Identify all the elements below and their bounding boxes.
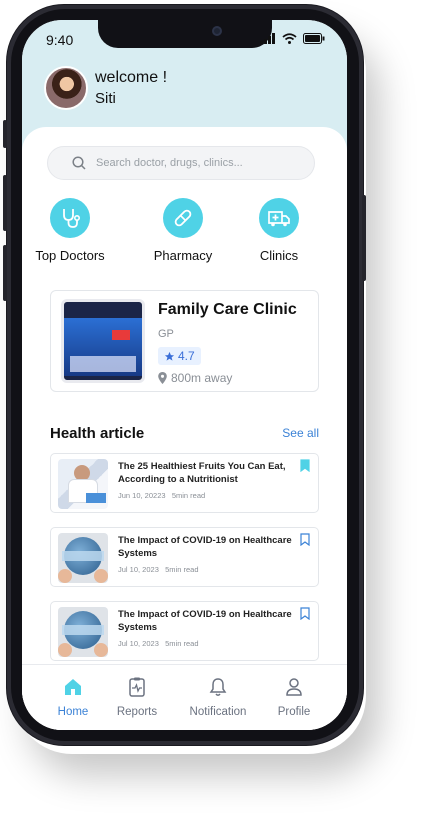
star-icon xyxy=(164,351,175,361)
device-frame: 9:40 welcome ! Siti Search doctor, drugs… xyxy=(0,0,428,815)
search-input[interactable]: Search doctor, drugs, clinics... xyxy=(96,157,243,169)
rating-badge: 4.7 xyxy=(158,347,201,365)
notch xyxy=(98,20,272,48)
featured-clinic-card[interactable]: Family Care Clinic GP 4.7 800m away xyxy=(50,290,319,392)
rating-value: 4.7 xyxy=(178,349,195,363)
article-card[interactable]: The 25 Healthiest Fruits You Can Eat, Ac… xyxy=(50,453,319,513)
health-article-title: Health article xyxy=(50,425,145,442)
report-icon xyxy=(129,677,145,697)
bookmark-icon[interactable] xyxy=(300,533,310,546)
article-card[interactable]: The Impact of COVID-19 on Healthcare Sys… xyxy=(50,527,319,587)
article-thumbnail xyxy=(58,533,108,583)
app-screen: 9:40 welcome ! Siti Search doctor, drugs… xyxy=(22,20,347,730)
battery-icon xyxy=(303,33,325,44)
tab-label: Profile xyxy=(277,706,311,718)
tab-label: Notification xyxy=(189,706,247,718)
clinic-photo xyxy=(61,299,145,383)
side-button-mute xyxy=(3,120,7,148)
search-bar[interactable]: Search doctor, drugs, clinics... xyxy=(47,146,315,180)
clinic-name: Family Care Clinic xyxy=(158,301,297,318)
article-thumbnail xyxy=(58,459,108,509)
distance: 800m away xyxy=(158,371,232,385)
article-date: Jul 10, 2023 xyxy=(118,565,159,574)
article-date: Jul 10, 2023 xyxy=(118,639,159,648)
stethoscope-icon xyxy=(50,198,90,238)
signal-icon xyxy=(260,33,275,44)
article-title: The Impact of COVID-19 on Healthcare Sys… xyxy=(118,609,292,633)
tab-reports[interactable]: Reports xyxy=(97,677,177,718)
article-title: The Impact of COVID-19 on Healthcare Sys… xyxy=(118,535,292,559)
article-meta: Jun 10, 20223 5min read xyxy=(118,491,205,500)
bell-icon xyxy=(209,678,227,696)
bookmark-filled-icon[interactable] xyxy=(300,459,310,472)
category-label: Top Doctors xyxy=(35,248,105,263)
side-button-power xyxy=(362,195,366,281)
search-icon xyxy=(72,156,86,170)
welcome-text: welcome ! xyxy=(95,69,168,86)
camera-icon xyxy=(212,26,222,36)
article-read-time: 5min read xyxy=(165,565,199,574)
tab-notification[interactable]: Notification xyxy=(178,677,258,718)
avatar[interactable] xyxy=(44,66,88,110)
bookmark-icon[interactable] xyxy=(300,607,310,620)
article-title: The 25 Healthiest Fruits You Can Eat, Ac… xyxy=(118,461,286,485)
article-card[interactable]: The Impact of COVID-19 on Healthcare Sys… xyxy=(50,601,319,661)
category-label: Pharmacy xyxy=(153,248,213,263)
ambulance-icon xyxy=(259,198,299,238)
location-pin-icon xyxy=(158,372,167,384)
side-button-volume-up xyxy=(3,175,7,231)
article-date: Jun 10, 20223 xyxy=(118,491,166,500)
category-pharmacy[interactable]: Pharmacy xyxy=(138,198,228,263)
status-time: 9:40 xyxy=(46,32,74,48)
wifi-icon xyxy=(282,33,297,44)
article-thumbnail xyxy=(58,607,108,657)
tab-label: Reports xyxy=(116,706,158,718)
distance-text: 800m away xyxy=(171,371,233,385)
profile-icon xyxy=(286,678,302,696)
bottom-tab-bar: Home Reports Notification Profile xyxy=(22,664,347,730)
user-name: Siti xyxy=(95,90,116,107)
category-top-doctors[interactable]: Top Doctors xyxy=(25,198,115,263)
status-icons xyxy=(260,33,325,44)
article-read-time: 5min read xyxy=(165,639,199,648)
category-clinics[interactable]: Clinics xyxy=(234,198,324,263)
article-meta: Jul 10, 2023 5min read xyxy=(118,639,199,648)
home-icon xyxy=(65,679,81,695)
article-read-time: 5min read xyxy=(171,491,206,500)
tab-profile[interactable]: Profile xyxy=(254,677,334,718)
pill-icon xyxy=(163,198,203,238)
category-label: Clinics xyxy=(259,248,299,263)
clinic-type: GP xyxy=(158,328,174,340)
see-all-link[interactable]: See all xyxy=(282,426,319,440)
side-button-volume-down xyxy=(3,245,7,301)
article-meta: Jul 10, 2023 5min read xyxy=(118,565,199,574)
